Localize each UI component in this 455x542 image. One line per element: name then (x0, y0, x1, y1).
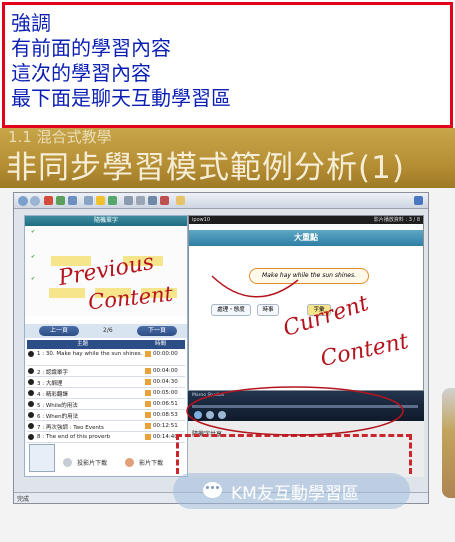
table-row[interactable]: 2 : 認識單字 00:04:00 (27, 366, 185, 377)
chapter-title: 6 : When的用法 (37, 414, 79, 420)
table-header: 主題 時間 (27, 340, 185, 349)
chapter-time: 00:05:00 (153, 390, 178, 396)
slide-download-label: 投影片下載 (77, 460, 108, 467)
favorites-icon[interactable] (96, 196, 105, 205)
check-icon: ✔ (31, 254, 36, 260)
clock-icon (145, 379, 151, 385)
windows-logo-icon (414, 196, 423, 205)
play-icon (28, 351, 34, 357)
folder-icon[interactable] (176, 196, 185, 205)
slide-download-button[interactable]: 投影片下載 (63, 452, 107, 471)
next-page-button[interactable]: 下一頁 (137, 326, 177, 336)
logo-icon (29, 444, 55, 472)
content-top-bar: ipow10 影片播放資料 : 3 / 8 (189, 216, 423, 224)
course-code: ipow10 (192, 217, 211, 223)
page-indicator: 2/6 (103, 327, 113, 334)
annotation-line: 這次的學習內容 (11, 61, 151, 85)
download-icon (63, 458, 72, 467)
play-icon (28, 412, 34, 418)
clock-icon (145, 423, 151, 429)
km-interactive-button[interactable]: KM友互動學習區 (173, 473, 410, 509)
outline-panel: 隨機單字 ✔ ✔ ✔ 上一頁 2/6 下一頁 主題 時間 1: 30. Mak… (24, 215, 188, 477)
slide-header: 1.1 混合式教學 非同步學習模式範例分析(1) (0, 128, 455, 188)
video-info: 影片播放資料 : 3 / 8 (373, 217, 420, 223)
browser-toolbar (14, 193, 428, 209)
home-icon[interactable] (68, 196, 77, 205)
chapter-title: 8 : The end of this proverb (37, 434, 111, 440)
history-icon[interactable] (108, 196, 117, 205)
edit-icon[interactable] (148, 196, 157, 205)
stop-icon[interactable] (44, 196, 53, 205)
table-row[interactable]: 3 : 大綱理 00:04:30 (27, 377, 185, 388)
chapter-title: 1 : 30. Make hay while the sun shines. (37, 351, 143, 357)
chapter-time: 00:12:51 (153, 423, 178, 429)
column-header-topic: 主題 (77, 341, 89, 347)
annotation-line: 最下面是聊天互動學習區 (11, 86, 231, 110)
play-icon (28, 401, 34, 407)
handwriting-curve (211, 275, 299, 298)
outline-panel-header: 隨機單字 (25, 216, 187, 226)
presenter-figure (442, 388, 455, 498)
page-navigation: 上一頁 2/6 下一頁 (25, 324, 187, 338)
search-icon[interactable] (84, 196, 93, 205)
play-icon (28, 434, 34, 440)
table-row[interactable]: 5 : While的用法 00:06:51 (27, 399, 185, 410)
chapter-table: 主題 時間 1 : 30. Make hay while the sun shi… (27, 340, 185, 443)
chapter-time: 00:08:53 (153, 412, 178, 418)
mail-icon[interactable] (124, 196, 133, 205)
chapter-title: 7 : 再次強調 : Two Events (37, 425, 104, 431)
chapter-time: 00:00:00 (153, 351, 178, 357)
clock-icon (145, 351, 151, 357)
key-point-banner: 大重點 (189, 230, 423, 246)
video-download-label: 影片下載 (139, 460, 164, 467)
play-icon (28, 379, 34, 385)
annotation-box: 強調 有前面的學習內容 這次的學習內容 最下面是聊天互動學習區 (2, 2, 453, 128)
handwriting-circle (186, 386, 404, 436)
download-icon (125, 458, 134, 467)
player-circle-stroke (186, 386, 404, 436)
chapter-title: 3 : 大綱理 (37, 381, 63, 387)
table-row[interactable]: 8 : The end of this proverb 00:14:40 (27, 432, 185, 443)
chapter-time: 00:04:30 (153, 379, 178, 385)
download-bar: 投影片下載 影片下載 (27, 444, 185, 474)
refresh-icon[interactable] (56, 196, 65, 205)
play-icon (28, 368, 34, 374)
play-icon (28, 423, 34, 429)
table-row[interactable]: 6 : When的用法 00:08:53 (27, 410, 185, 421)
annotation-line: 強調 (11, 11, 51, 35)
chapter-title: 5 : While的用法 (37, 403, 78, 409)
chapter-time: 00:14:40 (153, 434, 178, 440)
clock-icon (145, 368, 151, 374)
forward-icon[interactable] (30, 196, 40, 206)
status-text: 完成 (17, 496, 30, 503)
chapter-time: 00:06:51 (153, 401, 178, 407)
play-icon (28, 390, 34, 396)
previous-curve-stroke (211, 275, 299, 298)
table-row[interactable]: 4 : 精彩翻譯 00:05:00 (27, 388, 185, 399)
clock-icon (145, 434, 151, 440)
previous-page-button[interactable]: 上一頁 (39, 326, 79, 336)
column-header-time: 時間 (155, 341, 167, 347)
clock-icon (145, 390, 151, 396)
table-row[interactable]: 7 : 再次強調 : Two Events 00:12:51 (27, 421, 185, 432)
km-button-label: KM友互動學習區 (231, 484, 359, 504)
discuss-icon[interactable] (160, 196, 169, 205)
slide-body: 隨機單字 ✔ ✔ ✔ 上一頁 2/6 下一頁 主題 時間 1: 30. Mak… (0, 188, 455, 542)
chat-bubble-icon (203, 482, 222, 498)
video-download-button[interactable]: 影片下載 (125, 452, 163, 471)
annotation-line: 有前面的學習內容 (11, 36, 171, 60)
print-icon[interactable] (136, 196, 145, 205)
back-icon[interactable] (18, 196, 28, 206)
table-row[interactable]: 1 : 30. Make hay while the sun shines. 0… (27, 349, 185, 366)
clock-icon (145, 412, 151, 418)
chapter-time: 00:04:00 (153, 368, 178, 374)
chapter-title: 2 : 認識單字 (37, 370, 68, 376)
chapter-title: 4 : 精彩翻譯 (37, 392, 68, 398)
clock-icon (145, 401, 151, 407)
key-point-title: 大重點 (294, 233, 318, 242)
slide-title: 非同步學習模式範例分析(1) (6, 150, 405, 186)
check-icon: ✔ (31, 276, 36, 282)
check-icon: ✔ (31, 229, 36, 235)
